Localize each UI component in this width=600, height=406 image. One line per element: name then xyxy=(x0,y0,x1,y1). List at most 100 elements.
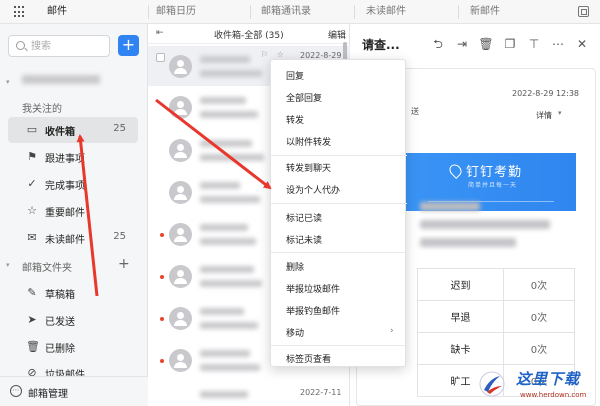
chevron-down-icon[interactable]: ▾ xyxy=(558,109,562,117)
sidebar-item-spam[interactable]: ⊘ 垃圾邮件 xyxy=(8,360,138,377)
site-watermark: 这里下载 www.herdown.com xyxy=(470,364,600,406)
menu-item-set-todo[interactable]: 设为个人代办 xyxy=(286,183,340,196)
avatar xyxy=(169,223,192,246)
window-switch-icon[interactable] xyxy=(578,6,589,17)
tab-divider xyxy=(250,5,251,19)
sender-blurred xyxy=(200,266,254,273)
add-folder-button[interactable]: + xyxy=(118,256,130,272)
table-row: 迟到 0次 xyxy=(417,268,576,301)
mail-toolbar: ⮌ ⇥ 🗑 ❐ ⊤ ⋯ ✕ xyxy=(430,36,600,52)
sidebar-item-follow-up[interactable]: ⚑ 跟进事项 xyxy=(8,144,138,170)
menu-item-reply[interactable]: 回复 xyxy=(286,69,304,82)
subject-blurred xyxy=(200,196,260,203)
row-action-icons[interactable]: ⚐ ☆ xyxy=(261,50,287,59)
avatar xyxy=(169,181,192,204)
body-text-blurred xyxy=(420,220,550,229)
sidebar-item-label: 未读邮件 xyxy=(45,235,85,246)
sidebar-item-important[interactable]: ☆ 重要邮件 xyxy=(8,198,138,224)
menu-item-forward-to-chat[interactable]: 转发到聊天 xyxy=(286,161,331,174)
banner-title: 钉钉考勤 xyxy=(466,165,523,180)
edit-button[interactable]: 编辑 xyxy=(328,28,346,41)
body-text-blurred xyxy=(420,202,480,211)
inbox-icon: ▭ xyxy=(26,123,38,136)
pin-icon[interactable]: ⊤ xyxy=(526,36,542,52)
copy-icon[interactable]: ❐ xyxy=(502,36,518,52)
row-checkbox[interactable] xyxy=(156,53,165,62)
search-icon xyxy=(16,41,25,50)
section-following: 我关注的 xyxy=(22,104,62,115)
tab-new-mail[interactable]: 新邮件 xyxy=(470,0,500,24)
sender-blurred xyxy=(200,140,252,147)
mail-list-title[interactable]: 收件箱-全部 (35) xyxy=(214,28,284,41)
unread-dot xyxy=(160,359,164,363)
search-input[interactable] xyxy=(31,39,107,53)
body-text-blurred xyxy=(420,238,516,247)
sidebar-item-done[interactable]: ✓ 完成事项 xyxy=(8,171,138,197)
unread-dot xyxy=(160,275,164,279)
delete-icon[interactable]: 🗑 xyxy=(478,36,494,52)
menu-divider xyxy=(271,203,407,204)
mail-row[interactable]: 2022-7-11 xyxy=(148,382,350,406)
folders-chevron-icon[interactable]: ▾ xyxy=(6,261,10,269)
stat-value: 0次 xyxy=(502,332,576,365)
compose-button[interactable]: + xyxy=(118,35,139,56)
avatar xyxy=(169,265,192,288)
stat-value: 0次 xyxy=(502,300,576,333)
reply-icon[interactable]: ⮌ xyxy=(430,36,446,52)
unread-count: 25 xyxy=(113,123,126,134)
sender-blurred xyxy=(200,350,250,357)
collapse-sidebar-icon[interactable]: ⇤ xyxy=(156,28,164,38)
sidebar-item-label: 已删除 xyxy=(45,344,75,355)
submenu-arrow-icon: › xyxy=(390,326,394,336)
table-row: 缺卡 0次 xyxy=(417,332,576,365)
sidebar-item-label: 重要邮件 xyxy=(45,208,85,219)
menu-item-forward-as-attachment[interactable]: 以附件转发 xyxy=(286,135,331,148)
move-folder-icon[interactable]: ⇥ xyxy=(454,36,470,52)
menu-item-mark-unread[interactable]: 标记未读 xyxy=(286,233,322,246)
more-icon[interactable]: ⋯ xyxy=(550,36,566,52)
details-toggle[interactable]: 详情 xyxy=(536,110,552,121)
sender-blurred xyxy=(200,182,240,189)
menu-item-open-in-tab[interactable]: 标签页查看 xyxy=(286,352,331,365)
menu-divider xyxy=(271,155,407,156)
flag-icon: ⚑ xyxy=(27,150,37,163)
section-folders: 邮箱文件夹 xyxy=(22,263,72,274)
sidebar-item-label: 收件箱 xyxy=(45,127,75,138)
tab-contacts[interactable]: 邮箱通讯录 xyxy=(261,0,311,24)
sender-blurred xyxy=(200,224,248,231)
watermark-logo-icon xyxy=(479,371,505,397)
menu-item-delete[interactable]: 删除 xyxy=(286,260,304,273)
tab-calendar[interactable]: 邮箱日历 xyxy=(156,0,196,24)
close-icon[interactable]: ✕ xyxy=(574,36,590,52)
sidebar-item-deleted[interactable]: 🗑 已删除 xyxy=(8,334,138,360)
menu-item-mark-read[interactable]: 标记已读 xyxy=(286,211,322,224)
menu-item-forward[interactable]: 转发 xyxy=(286,113,304,126)
sidebar-item-inbox[interactable]: ▭ 收件箱 25 xyxy=(8,117,138,143)
check-circle-icon: ✓ xyxy=(27,177,37,190)
mail-datetime: 2022-8-29 12:38 xyxy=(512,89,579,98)
mail-list-header: ⇤ 收件箱-全部 (35) 编辑 xyxy=(148,24,350,44)
account-name-blurred[interactable] xyxy=(22,75,100,84)
menu-item-reply-all[interactable]: 全部回复 xyxy=(286,91,322,104)
sender-blurred xyxy=(200,308,244,315)
stat-label: 早退 xyxy=(417,300,504,333)
subject-blurred xyxy=(200,322,258,329)
menu-item-report-phishing[interactable]: 举报钓鱼邮件 xyxy=(286,304,340,317)
menu-item-report-spam[interactable]: 举报垃圾邮件 xyxy=(286,282,340,295)
account-chevron-icon[interactable]: ▾ xyxy=(6,78,10,86)
sidebar-item-unread[interactable]: ✉ 未读邮件 25 xyxy=(8,225,138,251)
sidebar-item-sent[interactable]: ➤ 已发送 xyxy=(8,307,138,333)
spam-icon: ⊘ xyxy=(27,366,37,377)
tab-mail[interactable]: 邮件 xyxy=(47,0,67,24)
menu-item-move[interactable]: 移动 xyxy=(286,326,304,339)
tab-unread[interactable]: 未读邮件 xyxy=(366,0,406,24)
sender-blurred xyxy=(200,391,248,398)
top-tab-bar: 邮件 邮箱日历 邮箱通讯录 未读邮件 新邮件 xyxy=(0,0,600,24)
menu-divider xyxy=(271,345,407,346)
sidebar-item-drafts[interactable]: ✎ 草稿箱 xyxy=(8,280,138,306)
mailbox-settings-link[interactable]: 邮箱管理 xyxy=(28,385,68,400)
apps-grid-icon[interactable] xyxy=(14,6,26,18)
sidebar-footer: ⋯ 邮箱管理 xyxy=(0,376,148,406)
banner-subtitle: 简单并且每一天 xyxy=(468,182,518,189)
search-box[interactable] xyxy=(8,35,110,57)
